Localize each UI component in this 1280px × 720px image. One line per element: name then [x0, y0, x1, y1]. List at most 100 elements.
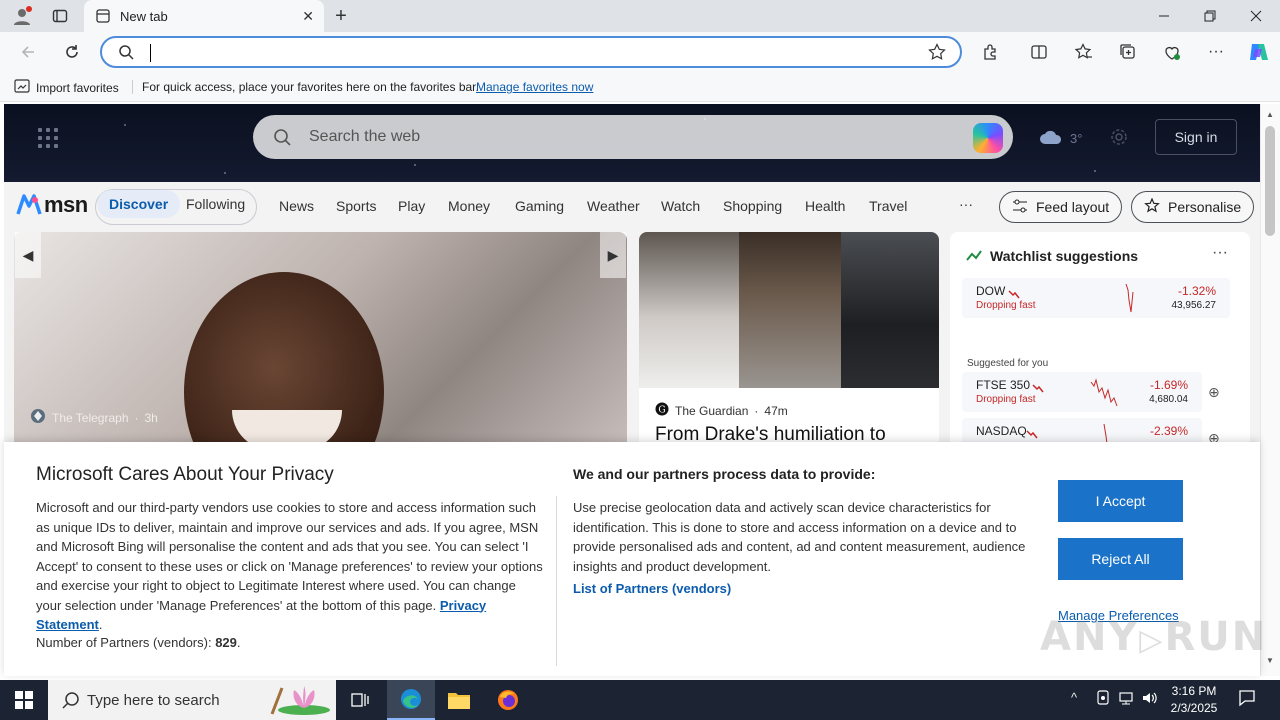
privacy-body: Microsoft and our third-party vendors us… — [36, 498, 544, 635]
nav-watch[interactable]: Watch — [661, 198, 700, 214]
copilot-search-icon[interactable] — [973, 123, 1003, 153]
guardian-logo-icon: G — [655, 402, 669, 419]
nav-money[interactable]: Money — [448, 198, 490, 214]
msn-logo[interactable]: msn — [16, 192, 88, 218]
feed-layout-button[interactable]: Feed layout — [999, 191, 1123, 223]
manage-favorites-link[interactable]: Manage favorites now — [476, 80, 593, 94]
profile-icon[interactable] — [10, 4, 34, 28]
system-clock[interactable]: 3:16 PM 2/3/2025 — [1166, 683, 1222, 717]
carousel-next-button[interactable]: ▶ — [600, 232, 626, 278]
refresh-button[interactable] — [58, 38, 86, 66]
favorites-icon[interactable] — [1070, 38, 1098, 66]
background-star — [1094, 170, 1096, 172]
collections-icon[interactable] — [1114, 38, 1142, 66]
settings-more-icon[interactable]: ··· — [1202, 38, 1230, 66]
new-tab-plus-icon[interactable]: + — [329, 4, 353, 28]
mid-card-age: 47m — [764, 403, 788, 418]
network-icon[interactable] — [1118, 690, 1134, 709]
taskbar-search-box[interactable]: Type here to search — [48, 680, 336, 720]
start-button[interactable] — [0, 680, 48, 720]
close-tab-icon[interactable]: ✕ — [302, 8, 314, 25]
nav-travel[interactable]: Travel — [869, 198, 907, 214]
extensions-icon[interactable] — [977, 38, 1005, 66]
notifications-icon[interactable] — [1238, 689, 1256, 710]
news-photo-2 — [739, 232, 841, 388]
sign-in-button[interactable]: Sign in — [1155, 119, 1237, 155]
stock-change: -2.39% — [1149, 424, 1188, 438]
nav-gaming[interactable]: Gaming — [515, 198, 564, 214]
tab-new-tab[interactable]: New tab ✕ — [84, 0, 324, 32]
page-settings-gear-icon[interactable] — [1110, 128, 1128, 149]
web-search-box[interactable]: Search the web — [253, 115, 1013, 159]
firefox-icon[interactable] — [484, 680, 532, 720]
reject-all-button[interactable]: Reject All — [1058, 538, 1183, 580]
accept-button[interactable]: I Accept — [1058, 480, 1183, 522]
stock-name: NASDAQ — [976, 424, 1027, 438]
title-bar: New tab ✕ + — [0, 0, 1280, 32]
watchlist-more-icon[interactable]: ··· — [1212, 244, 1228, 262]
show-hidden-icons-chevron-icon[interactable]: ^ — [1071, 690, 1077, 705]
tab-following[interactable]: Following — [174, 190, 257, 218]
favorites-bar: Import favorites For quick access, place… — [0, 72, 1280, 102]
hero-card-publisher: The Telegraph — [52, 410, 129, 425]
publisher-icon — [30, 408, 46, 427]
browser-essentials-icon[interactable] — [1158, 38, 1186, 66]
personalise-button[interactable]: Personalise — [1131, 191, 1255, 223]
import-favorites-button[interactable]: Import favorites — [14, 79, 119, 96]
web-search-placeholder: Search the web — [309, 128, 421, 145]
nav-health[interactable]: Health — [805, 198, 845, 214]
stock-sparkline — [1124, 282, 1140, 319]
hero-news-card[interactable]: The Telegraph · 3h — [14, 232, 627, 452]
back-button[interactable] — [14, 38, 42, 66]
import-favorites-label: Import favorites — [36, 80, 119, 95]
nav-news[interactable]: News — [279, 198, 314, 214]
favorites-hint: For quick access, place your favorites h… — [142, 80, 479, 94]
clock-date: 2/3/2025 — [1170, 701, 1218, 715]
market-trend-icon — [966, 249, 982, 267]
device-icon[interactable] — [1096, 690, 1110, 709]
copilot-icon[interactable] — [1244, 38, 1272, 66]
processing-body: Use precise geolocation data and activel… — [573, 500, 1026, 574]
stock-change: -1.69% — [1149, 378, 1188, 392]
search-highlight-lotus-icon — [264, 684, 332, 720]
hero-card-source: The Telegraph · 3h — [30, 408, 158, 427]
page-scrollbar[interactable]: ▲ ▼ — [1260, 104, 1280, 676]
nav-weather[interactable]: Weather — [587, 198, 640, 214]
scroll-up-arrow-icon[interactable]: ▲ — [1266, 110, 1274, 119]
carousel-prev-button[interactable]: ◀ — [15, 232, 41, 278]
address-bar[interactable] — [100, 36, 962, 68]
nav-shopping[interactable]: Shopping — [723, 198, 782, 214]
close-window-button[interactable] — [1233, 0, 1279, 32]
tab-actions-icon[interactable] — [48, 4, 72, 28]
nav-play[interactable]: Play — [398, 198, 425, 214]
split-screen-icon[interactable] — [1025, 38, 1053, 66]
task-view-icon[interactable] — [336, 680, 384, 720]
partners-list-link[interactable]: List of Partners (vendors) — [573, 581, 731, 596]
file-explorer-icon[interactable] — [435, 680, 483, 720]
scroll-thumb[interactable] — [1265, 126, 1275, 236]
taskbar-edge-icon[interactable] — [387, 680, 435, 720]
sliders-icon — [1012, 199, 1028, 216]
stock-change: -1.32% — [1177, 284, 1216, 298]
favorite-star-icon[interactable] — [928, 43, 946, 66]
add-to-watchlist-icon[interactable]: ⊕ — [1208, 384, 1220, 401]
app-launcher-icon[interactable] — [38, 128, 58, 148]
minimize-button[interactable] — [1141, 0, 1187, 32]
background-star — [224, 172, 226, 174]
feed-layout-label: Feed layout — [1036, 199, 1110, 215]
news-card-guardian[interactable]: G The Guardian · 47m From Drake's humili… — [639, 232, 939, 452]
volume-icon[interactable] — [1141, 690, 1159, 709]
tab-discover[interactable]: Discover — [97, 190, 181, 218]
nav-sports[interactable]: Sports — [336, 198, 376, 214]
stock-row-dow[interactable]: DOW Dropping fast -1.32% 43,956.27 — [962, 278, 1230, 318]
weather-widget[interactable]: 3° — [1038, 128, 1128, 149]
restore-button[interactable] — [1187, 0, 1233, 32]
nav-more-icon[interactable]: ··· — [959, 196, 973, 212]
clock-time: 3:16 PM — [1171, 684, 1217, 698]
text-caret — [150, 44, 151, 62]
personalise-icon — [1144, 196, 1160, 217]
address-input[interactable] — [146, 42, 906, 62]
stock-row-ftse[interactable]: FTSE 350 Dropping fast -1.69% 4,680.04 — [962, 372, 1202, 412]
msn-butterfly-icon — [16, 194, 42, 215]
stock-value: 43,956.27 — [1171, 300, 1217, 311]
